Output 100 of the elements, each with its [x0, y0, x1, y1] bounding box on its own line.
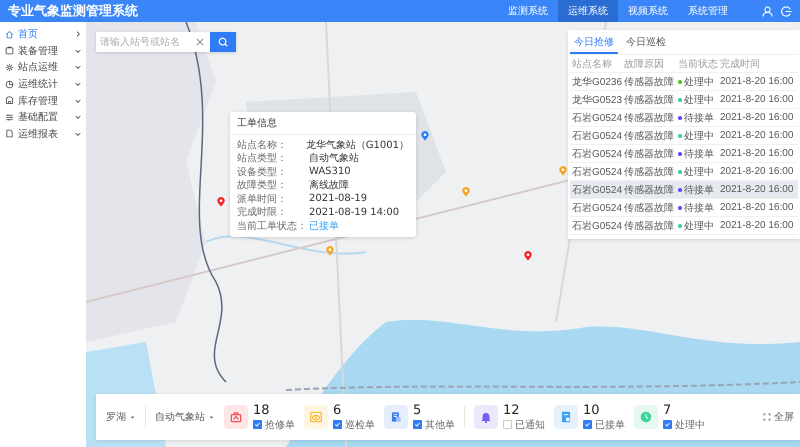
- table-cell-text: 石岩G0524: [571, 166, 620, 178]
- status-text: 待接单: [684, 202, 714, 214]
- field-label: 故障类型：: [237, 178, 288, 192]
- stat-filter-checkbox[interactable]: 处理中: [663, 418, 705, 432]
- sidebar-item[interactable]: 装备管理: [0, 42, 86, 60]
- toolbox-icon: [229, 410, 243, 424]
- sidebar-item[interactable]: 运维统计: [0, 76, 86, 92]
- expand-icon: [763, 413, 771, 421]
- sliders-icon: [5, 112, 14, 122]
- table-cell-text: 传感器故障: [623, 130, 674, 142]
- stat-count: 5: [413, 402, 422, 418]
- check-icon: [584, 421, 591, 428]
- stat-count: 12: [503, 402, 521, 418]
- document-icon: [5, 129, 14, 138]
- field-value: WAS310: [309, 166, 351, 178]
- stat-count: 10: [583, 402, 601, 418]
- table-cell-text: 2021-8-20 16:00: [719, 166, 794, 177]
- logout-icon[interactable]: [781, 6, 792, 16]
- status-text: 待接单: [684, 184, 714, 196]
- filter-dropdown[interactable]: 自动气象站: [155, 410, 215, 424]
- status-text: 处理中: [684, 220, 714, 232]
- table-cell-text: 传感器故障: [623, 148, 674, 160]
- clock-icon: [639, 410, 653, 424]
- caret-icon: [208, 414, 215, 420]
- sidebar-item[interactable]: 基础配置: [0, 108, 86, 126]
- table-cell-text: 石岩G0524: [571, 112, 620, 124]
- field-value: 自动气象站: [309, 152, 359, 166]
- filter-dropdown[interactable]: 罗湖: [106, 410, 136, 424]
- briefcase-icon: [5, 46, 14, 56]
- close-icon[interactable]: [196, 38, 204, 46]
- table-cell-text: 2021-8-20 16:00: [719, 76, 794, 87]
- sidebar-item[interactable]: 库存管理: [0, 92, 86, 109]
- table-cell-text: 传感器故障: [623, 94, 674, 106]
- stat-count: 18: [253, 402, 271, 418]
- sidebar-item[interactable]: 站点运维: [0, 59, 86, 76]
- column-header: 当前状态: [677, 58, 716, 70]
- status-text: 处理中: [684, 130, 714, 142]
- app-title: 专业气象监测管理系统: [8, 2, 139, 20]
- nav-tab[interactable]: 系统管理: [678, 0, 738, 22]
- clipboard-icon: [559, 410, 573, 424]
- check-icon: [664, 421, 671, 428]
- stat-filter-checkbox[interactable]: 已通知: [503, 418, 545, 432]
- field-label: 设备类型：: [237, 166, 288, 179]
- search-input[interactable]: 请输入站号或站名: [96, 36, 190, 48]
- field-value: 2021-08-19: [309, 193, 368, 204]
- stat-filter-checkbox[interactable]: 抢修单: [253, 418, 295, 432]
- table-cell-text: 2021-8-20 16:00: [719, 148, 794, 159]
- table-cell-text: 龙华G0523: [571, 94, 620, 106]
- table-row[interactable]: 石岩G0524 传感器故障 待接单 2021-8-20 16:00: [570, 181, 798, 199]
- warehouse-icon: [5, 96, 14, 106]
- table-cell-text: 传感器故障: [623, 112, 674, 124]
- eye-icon: [309, 410, 323, 424]
- check-icon: [254, 421, 261, 428]
- table-cell-text: 传感器故障: [623, 76, 674, 88]
- nav-tab[interactable]: 视频系统: [618, 0, 678, 22]
- table-cell-text: 石岩G0524: [571, 148, 620, 160]
- table-cell-text: 2021-8-20 16:00: [719, 94, 794, 105]
- table-cell-text: 石岩G0524: [571, 202, 620, 214]
- nav-tab[interactable]: 监测系统: [498, 0, 558, 22]
- table-cell-text: 龙华G0236: [571, 76, 620, 88]
- caret-icon: [129, 414, 136, 420]
- table-cell-text: 2021-8-20 16:00: [719, 130, 794, 141]
- check-icon: [334, 421, 341, 428]
- search-button[interactable]: [210, 32, 236, 52]
- pie-chart-icon: [5, 80, 14, 89]
- fullscreen-button[interactable]: 全屏: [763, 410, 794, 424]
- status-text: 待接单: [684, 112, 714, 124]
- status-text: 处理中: [684, 94, 714, 106]
- gear-icon: [5, 62, 14, 72]
- stat-filter-checkbox[interactable]: 已接单: [583, 418, 625, 432]
- panel-tab[interactable]: 今日抢修: [570, 32, 618, 54]
- stat-filter-checkbox[interactable]: 其他单: [413, 418, 455, 432]
- status-text: 处理中: [684, 166, 714, 178]
- column-header: 完成时间: [719, 58, 761, 70]
- search-icon: [218, 37, 228, 47]
- field-label: 站点名称：: [237, 138, 288, 152]
- sidebar-item[interactable]: 运维报表: [0, 126, 86, 142]
- field-label: 当前工单状态：: [237, 220, 308, 233]
- field-label: 站点类型：: [237, 152, 288, 166]
- table-cell-text: 传感器故障: [623, 220, 674, 232]
- column-header: 站点名称: [571, 58, 613, 70]
- sidebar-item[interactable]: 首页: [0, 26, 86, 43]
- table-cell-text: 传感器故障: [623, 202, 674, 214]
- search-field[interactable]: 请输入站号或站名: [96, 32, 210, 52]
- stat-filter-checkbox[interactable]: 巡检单: [333, 418, 375, 432]
- column-header: 故障原因: [623, 58, 665, 70]
- popup-title: 工单信息: [230, 112, 416, 135]
- field-value: 2021-08-19 14:00: [309, 206, 400, 218]
- bell-icon: [479, 410, 493, 424]
- table-cell-text: 石岩G0524: [571, 130, 620, 142]
- stat-count: 7: [663, 402, 672, 418]
- document-icon: [389, 410, 403, 424]
- nav-tab[interactable]: 运维系统: [558, 0, 618, 22]
- field-label: 派单时间：: [237, 192, 288, 206]
- panel-tab[interactable]: 今日巡检: [622, 32, 670, 54]
- stat-count: 6: [333, 402, 342, 418]
- table-cell-text: 石岩G0524: [571, 184, 620, 196]
- user-icon[interactable]: [762, 6, 773, 16]
- house-icon: [5, 30, 14, 39]
- field-value: 离线故障: [309, 178, 349, 192]
